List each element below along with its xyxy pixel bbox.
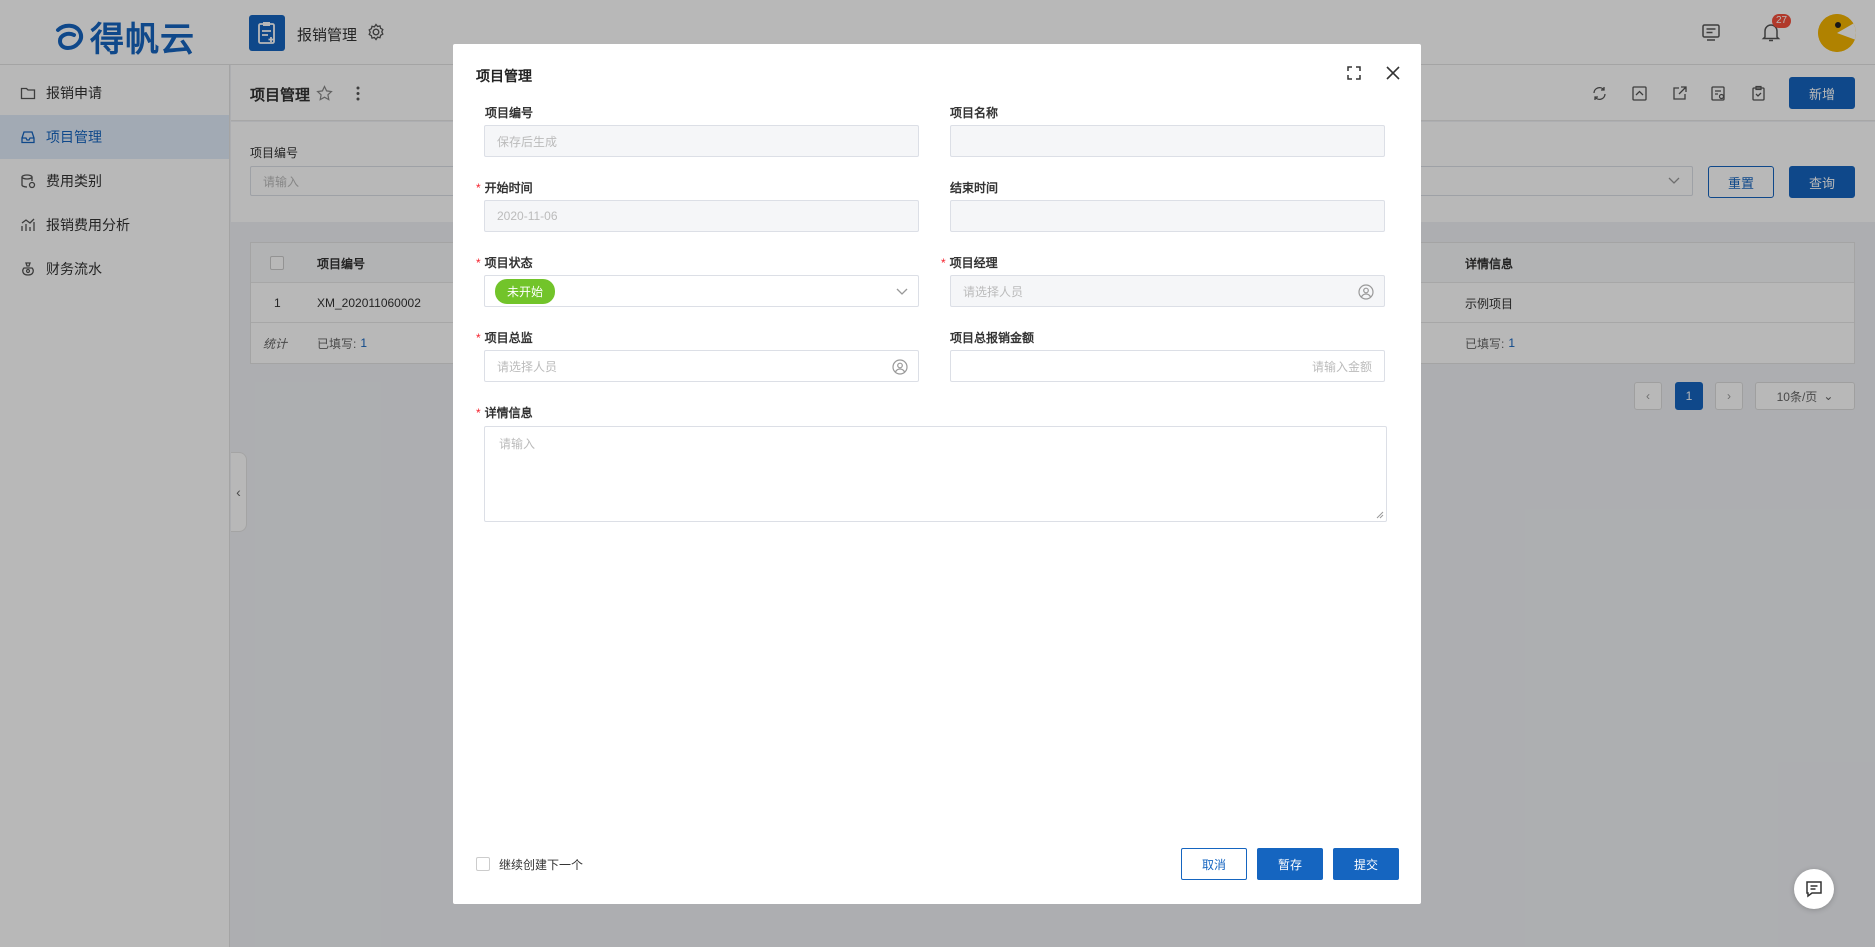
detail-textarea[interactable]: 请输入 — [484, 426, 1387, 522]
code-placeholder: 保存后生成 — [497, 134, 558, 149]
chat-icon — [1806, 881, 1822, 898]
amount-input[interactable]: 请输入金额 — [950, 350, 1385, 382]
start-time-label: * 开始时间 — [476, 181, 533, 195]
chevron-down-icon — [896, 288, 908, 295]
close-icon[interactable] — [1385, 65, 1401, 81]
director-placeholder: 请选择人员 — [497, 359, 558, 374]
end-time-input[interactable] — [950, 200, 1385, 232]
user-circle-icon — [1358, 284, 1374, 300]
amount-label: 项目总报销金额 — [950, 331, 1035, 345]
name-input[interactable] — [950, 125, 1385, 157]
chat-floating-button[interactable] — [1794, 869, 1834, 909]
director-label: * 项目总监 — [476, 331, 533, 345]
director-picker[interactable]: 请选择人员 — [484, 350, 919, 382]
user-circle-icon — [892, 359, 908, 375]
fullscreen-icon[interactable] — [1346, 65, 1362, 81]
modal-title: 项目管理 — [476, 68, 532, 84]
submit-button[interactable]: 提交 — [1333, 848, 1399, 880]
status-label: * 项目状态 — [476, 256, 533, 270]
continue-create-label: 继续创建下一个 — [499, 858, 584, 872]
code-label: 项目编号 — [485, 106, 534, 120]
resize-handle-icon[interactable] — [1376, 511, 1384, 519]
start-time-input[interactable]: 2020-11-06 — [484, 200, 919, 232]
manager-placeholder: 请选择人员 — [963, 284, 1024, 299]
manager-label: * 项目经理 — [941, 256, 998, 270]
detail-label: * 详情信息 — [476, 406, 533, 420]
status-tag: 未开始 — [495, 278, 556, 304]
cancel-button[interactable]: 取消 — [1181, 848, 1247, 880]
amount-placeholder: 请输入金额 — [1311, 359, 1372, 374]
start-time-value: 2020-11-06 — [497, 209, 558, 223]
continue-create-checkbox[interactable] — [476, 857, 490, 871]
name-label: 项目名称 — [950, 106, 999, 120]
detail-placeholder: 请输入 — [499, 437, 536, 451]
draft-button[interactable]: 暂存 — [1257, 848, 1323, 880]
status-select[interactable]: 未开始 — [484, 275, 919, 307]
project-modal: 项目管理 项目编号 保存后生成 项目名称 * 开始时间 2020-11-06 结束… — [453, 44, 1421, 904]
manager-picker[interactable]: 请选择人员 — [950, 275, 1385, 307]
code-input: 保存后生成 — [484, 125, 919, 157]
end-time-label: 结束时间 — [950, 181, 999, 195]
